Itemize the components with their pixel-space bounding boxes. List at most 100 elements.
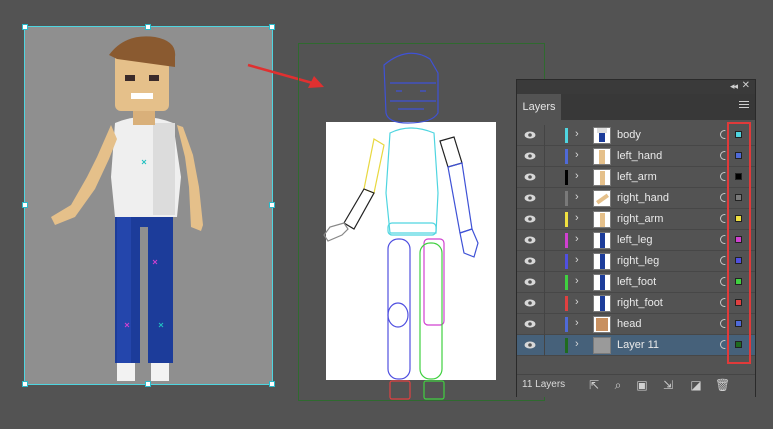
layer-color-bar [565,128,568,143]
layer-row[interactable]: › right_arm [517,209,755,230]
column-divider [544,125,545,146]
layer-row[interactable]: › head [517,314,755,335]
layer-thumbnail [593,190,611,207]
clipping-mask-icon[interactable]: ▣ [635,378,649,392]
layer-color-bar [565,149,568,164]
layer-color-bar [565,338,568,353]
chevron-right-icon[interactable]: › [575,149,579,161]
column-divider [544,167,545,188]
layer-row[interactable]: › right_leg [517,251,755,272]
sublayer-icon[interactable]: ⇲ [661,378,675,392]
chevron-right-icon[interactable]: › [575,233,579,245]
panel-title-bar[interactable]: ◂◂ ✕ [517,80,755,94]
panel-menu-icon[interactable] [739,101,749,109]
layer-row[interactable]: › body [517,125,755,146]
layer-thumbnail [593,337,611,354]
resize-handle-top-left[interactable] [22,24,28,30]
layer-thumbnail [593,169,611,186]
chevron-right-icon[interactable]: › [575,317,579,329]
layer-color-bar [565,317,568,332]
layer-thumbnail [593,211,611,228]
layer-thumbnail [593,232,611,249]
layer-row[interactable]: › right_hand [517,188,755,209]
panel-footer: 11 Layers ⇱ ⌕ ▣ ⇲ ◪ 🗑 [517,374,755,397]
eye-icon[interactable] [524,299,536,307]
layer-thumbnail [593,316,611,333]
resize-handle-top-right[interactable] [269,24,275,30]
layer-name[interactable]: body [617,129,641,141]
layer-thumbnail [593,253,611,270]
layer-color-bar [565,212,568,227]
column-divider [544,146,545,167]
layer-row[interactable]: › Layer 11 [517,335,755,356]
layer-name[interactable]: right_leg [617,255,659,267]
search-icon[interactable]: ⌕ [611,378,625,392]
new-layer-icon[interactable]: ◪ [689,378,703,392]
layer-color-bar [565,233,568,248]
eye-icon[interactable] [524,341,536,349]
annotation-highlight-box [727,122,751,364]
resize-handle-bottom-left[interactable] [22,381,28,387]
layer-name[interactable]: left_hand [617,150,662,162]
layer-row[interactable]: › left_hand [517,146,755,167]
left-artboard-selected[interactable] [22,24,275,387]
column-divider [544,335,545,356]
collapse-panel-icon[interactable]: ◂◂ [730,81,738,92]
close-panel-icon[interactable]: ✕ [742,80,750,91]
layer-name[interactable]: right_arm [617,213,663,225]
layer-name[interactable]: left_leg [617,234,652,246]
layer-thumbnail [593,295,611,312]
tab-layers[interactable]: Layers [517,94,561,120]
character-illustration [51,36,203,381]
layer-row[interactable]: › left_foot [517,272,755,293]
layer-row[interactable]: › right_foot [517,293,755,314]
eye-icon[interactable] [524,278,536,286]
panel-tab-bar: Layers [517,94,755,120]
eye-icon[interactable] [524,194,536,202]
layers-count: 11 Layers [522,379,566,390]
chevron-right-icon[interactable]: › [575,212,579,224]
layer-name[interactable]: head [617,318,641,330]
chevron-right-icon[interactable]: › [575,254,579,266]
layer-thumbnail [593,148,611,165]
chevron-right-icon[interactable]: › [575,338,579,350]
layer-color-bar [565,170,568,185]
resize-handle-right[interactable] [269,202,275,208]
layer-thumbnail [593,127,611,144]
export-icon[interactable]: ⇱ [587,378,601,392]
eye-icon[interactable] [524,257,536,265]
column-divider [544,314,545,335]
resize-handle-bottom[interactable] [145,381,151,387]
layer-row[interactable]: › left_leg [517,230,755,251]
chevron-right-icon[interactable]: › [575,296,579,308]
layer-name[interactable]: right_hand [617,192,669,204]
outline-character [323,52,479,400]
column-divider [544,251,545,272]
chevron-right-icon[interactable]: › [575,191,579,203]
eye-icon[interactable] [524,152,536,160]
layer-name[interactable]: left_arm [617,171,657,183]
layer-name[interactable]: Layer 11 [617,339,659,351]
eye-icon[interactable] [524,215,536,223]
resize-handle-left[interactable] [22,202,28,208]
layer-color-bar [565,191,568,206]
chevron-right-icon[interactable]: › [575,170,579,182]
column-divider [544,293,545,314]
layer-thumbnail [593,274,611,291]
layer-color-bar [565,254,568,269]
chevron-right-icon[interactable]: › [575,275,579,287]
resize-handle-bottom-right[interactable] [269,381,275,387]
layer-row[interactable]: › left_arm [517,167,755,188]
eye-icon[interactable] [524,131,536,139]
eye-icon[interactable] [524,236,536,244]
layer-color-bar [565,275,568,290]
layer-name[interactable]: right_foot [617,297,663,309]
column-divider [544,188,545,209]
resize-handle-top[interactable] [145,24,151,30]
trash-icon[interactable]: 🗑 [715,378,730,392]
eye-icon[interactable] [524,173,536,181]
chevron-right-icon[interactable]: › [575,128,579,140]
layer-list: › body › left_hand › left_arm › right_hand › righ… [517,125,755,356]
layer-name[interactable]: left_foot [617,276,656,288]
eye-icon[interactable] [524,320,536,328]
